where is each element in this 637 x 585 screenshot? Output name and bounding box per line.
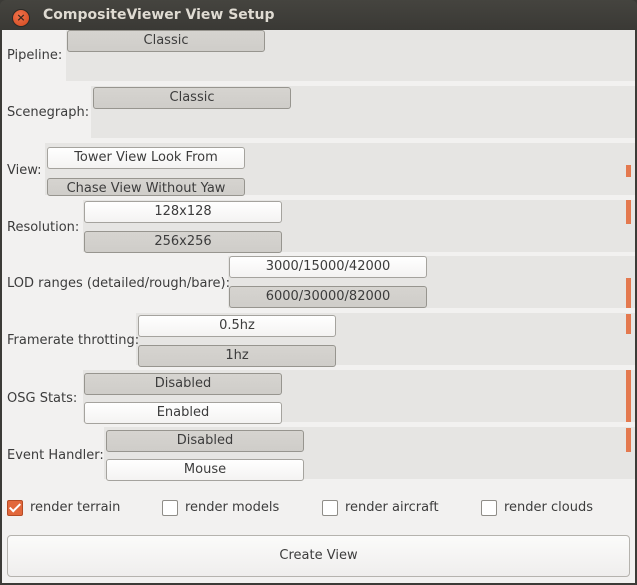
title-bar: × CompositeViewer View Setup [0,0,637,30]
eventhandler-disabled-button[interactable]: Disabled [106,430,304,452]
resolution-label: Resolution: [7,220,80,235]
resolution-128-button[interactable]: 128x128 [84,201,282,223]
view-tower-button[interactable]: Tower View Look From [47,147,245,169]
view-chase-button[interactable]: Chase View Without Yaw [47,178,245,196]
osgstats-disabled-button[interactable]: Disabled [84,373,282,395]
checkbox-empty-icon[interactable] [162,500,178,516]
window-title: CompositeViewer View Setup [43,7,275,23]
pipeline-label: Pipeline: [7,48,63,63]
eventhandler-label: Event Handler: [7,448,104,463]
create-view-button[interactable]: Create View [7,535,630,577]
resolution-scrollbar[interactable] [626,200,631,224]
lod-detailed-button[interactable]: 3000/15000/42000 [229,256,427,278]
view-label: View: [7,163,42,178]
osgstats-scrollbar[interactable] [626,370,631,422]
render-aircraft-label: render aircraft [345,500,439,515]
framerate-scrollbar[interactable] [626,314,631,334]
close-icon[interactable]: × [12,9,30,27]
resolution-256-button[interactable]: 256x256 [84,231,282,253]
scenegraph-label: Scenegraph: [7,105,90,120]
lod-rough-button[interactable]: 6000/30000/82000 [229,286,427,308]
render-terrain-label: render terrain [30,500,121,515]
render-clouds-label: render clouds [504,500,594,515]
osgstats-label: OSG Stats: [7,391,78,406]
view-scrollbar[interactable] [626,165,631,177]
scenegraph-classic-button[interactable]: Classic [93,87,291,109]
framerate-05hz-button[interactable]: 0.5hz [138,315,336,337]
checkbox-checked-icon[interactable] [7,500,23,516]
framerate-label: Framerate throtting: [7,333,140,348]
lod-scrollbar[interactable] [626,278,631,308]
checkbox-empty-icon[interactable] [481,500,497,516]
lod-label: LOD ranges (detailed/rough/bare): [7,276,230,291]
eventhandler-scrollbar[interactable] [626,428,631,452]
osgstats-enabled-button[interactable]: Enabled [84,402,282,424]
pipeline-classic-button[interactable]: Classic [67,30,265,52]
render-models-label: render models [185,500,280,515]
checkbox-empty-icon[interactable] [322,500,338,516]
framerate-1hz-button[interactable]: 1hz [138,345,336,367]
dialog-body: Pipeline: Classic Scenegraph: Classic Vi… [2,30,635,583]
eventhandler-mouse-button[interactable]: Mouse [106,459,304,481]
